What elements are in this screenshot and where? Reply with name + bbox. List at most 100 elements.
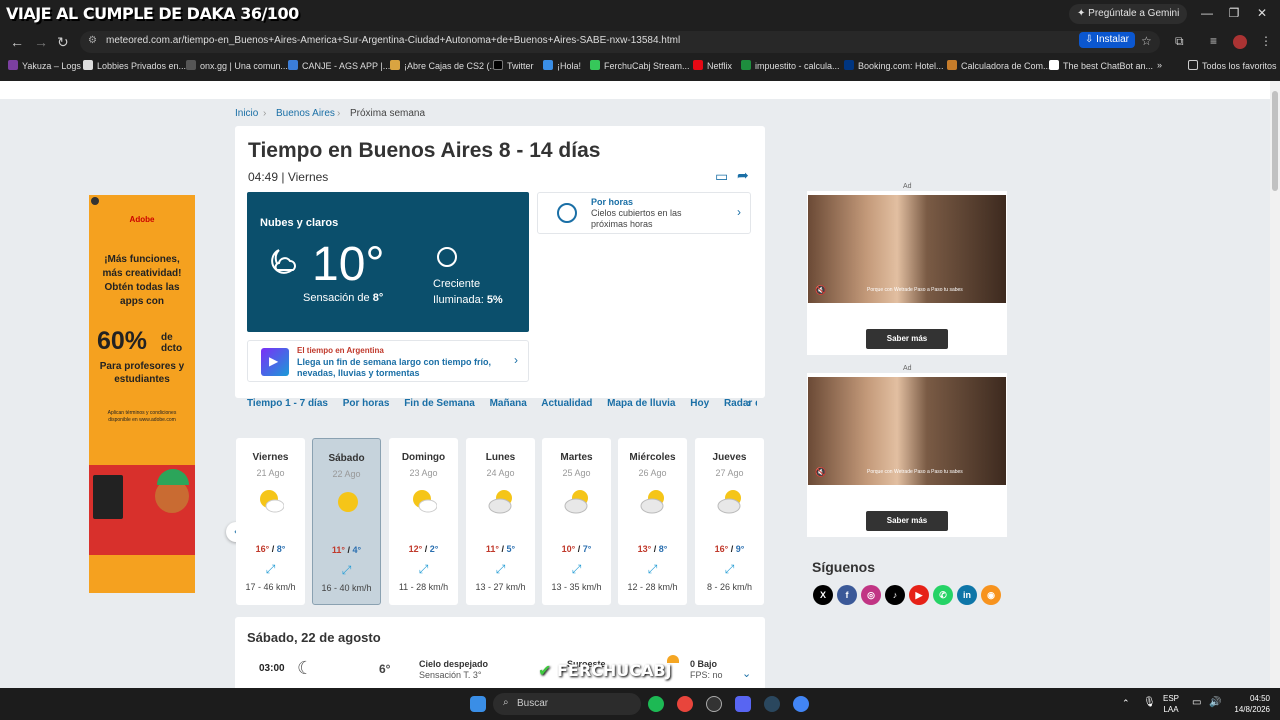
extensions-icon[interactable]: ⧉ [1175,34,1184,49]
bookmark-item[interactable]: Yakuza – Logs [8,60,81,71]
tiktok-icon[interactable]: ♪ [885,585,905,605]
scrollbar-thumb[interactable] [1272,91,1278,191]
chrome-active-icon[interactable] [793,696,809,712]
ad-hair-graphic [157,469,189,485]
breadcrumb-city[interactable]: Buenos Aires [276,108,335,119]
bookmark-item[interactable]: ¡Abre Cajas de CS2 (... [390,60,497,71]
hourly-link-card[interactable]: Por horas Cielos cubiertos en las próxim… [537,192,751,234]
page-scrollbar[interactable] [1270,81,1280,688]
minimize-icon[interactable]: — [1197,6,1217,22]
breadcrumb-separator: › [263,108,267,119]
day-card-3[interactable]: Lunes 24 Ago 11° / 5° ⤢ 13 - 27 km/h [466,438,535,605]
day-card-1[interactable]: Sábado 22 Ago 11° / 4° ⤢ 16 - 40 km/h [312,438,381,605]
breadcrumb-home[interactable]: Inicio [235,108,258,119]
video-ad-2[interactable]: Porque con Wetrade Paso a Paso tu sabes … [807,373,1007,537]
youtube-icon[interactable]: ▶ [909,585,929,605]
steam-icon[interactable] [764,696,780,712]
mic-icon[interactable]: 🎙 [1143,697,1156,708]
day-temps: 16° / 8° [255,544,286,554]
rss-icon[interactable]: ◉ [981,585,1001,605]
tab-weekend[interactable]: Fin de Semana [404,398,475,409]
tabs-scroll-right-icon[interactable]: › [747,396,751,410]
spotify-icon[interactable] [648,696,664,712]
day-name: Lunes [485,452,516,463]
web-page: Inicio › Buenos Aires › Próxima semana T… [0,81,1270,688]
chevron-right-icon: › [514,353,518,367]
news-promo[interactable]: ▶ El tiempo en Argentina Llega un fin de… [247,340,529,382]
menu-icon[interactable]: ⋮ [1260,34,1272,48]
bookmark-item[interactable]: FerchuCabj Stream... [590,60,690,71]
day-card-6[interactable]: Jueves 27 Ago 16° / 9° ⤢ 8 - 26 km/h [695,438,764,605]
whatsapp-icon[interactable]: ✆ [933,585,953,605]
expand-chevron-icon[interactable]: ⌄ [742,667,751,680]
tab-7-days[interactable]: Tiempo 1 - 7 días [247,398,328,409]
tray-up-icon[interactable]: ⌃ [1122,698,1130,709]
chrome-icon[interactable] [677,696,693,712]
tab-news[interactable]: Actualidad [541,398,592,409]
day-card-2[interactable]: Domingo 23 Ago 12° / 2° ⤢ 11 - 28 km/h [389,438,458,605]
bookmark-item[interactable]: Calculadora de Com... [947,60,1051,71]
time-value: 04:49 [248,170,279,184]
bookmark-item[interactable]: Netflix [693,60,732,71]
taskbar-clock[interactable]: 04:50 14/8/2026 [1228,693,1270,715]
bookmark-star-icon[interactable]: ☆ [1141,34,1152,48]
profile-avatar[interactable] [1233,35,1247,49]
bookmark-item[interactable]: Twitter [493,60,534,71]
adobe-ad[interactable]: Adobe ¡Más funciones, más creatividad! O… [89,195,195,593]
back-icon[interactable]: ← [10,34,24,50]
comment-icon[interactable]: ▭ [715,168,728,185]
discord-icon[interactable] [735,696,751,712]
taskbar-search[interactable]: Buscar [493,693,641,715]
reload-icon[interactable]: ↻ [57,34,69,51]
bookmark-item[interactable]: impuestito - calcula... [741,60,840,71]
day-card-4[interactable]: Martes 25 Ago 10° / 7° ⤢ 13 - 35 km/h [542,438,611,605]
day-name: Viernes [252,452,289,463]
feels-label: Sensación de [303,292,373,304]
ad-info-icon[interactable] [91,197,99,205]
mute-icon[interactable]: 🔇 [815,285,826,296]
bookmark-favicon-icon [947,60,957,70]
bookmark-item[interactable]: CANJE - AGS APP |... [288,60,390,71]
volume-icon[interactable]: 🔊 [1209,697,1221,708]
more-bookmarks-icon[interactable]: » [1157,60,1162,70]
close-window-icon[interactable]: ✕ [1252,6,1272,22]
address-bar[interactable]: ⚙ meteored.com.ar/tiempo-en_Buenos+Aires… [80,31,1160,53]
mute-icon[interactable]: 🔇 [815,467,826,478]
tab-tomorrow[interactable]: Mañana [490,398,527,409]
instagram-icon[interactable]: ◎ [861,585,881,605]
app-icon[interactable] [706,696,722,712]
saber-mas-button[interactable]: Saber más [866,511,948,531]
facebook-icon[interactable]: f [837,585,857,605]
media-icon[interactable]: ≡ [1210,34,1217,48]
install-app-button[interactable]: ⇩ Instalar [1079,32,1135,48]
bookmark-item[interactable]: Lobbies Privados en... [83,60,186,71]
tab-hourly[interactable]: Por horas [343,398,390,409]
tab-today[interactable]: Hoy [690,398,709,409]
gemini-button[interactable]: ✦ Pregúntale a Gemini [1069,4,1188,24]
start-icon[interactable] [470,696,486,712]
tab-rain-map[interactable]: Mapa de lluvia [607,398,675,409]
network-icon[interactable]: ▭ [1192,697,1201,708]
forward-icon[interactable]: → [34,34,48,50]
share-icon[interactable]: ➦ [737,167,749,184]
bookmark-favicon-icon [186,60,196,70]
bookmark-label: The best ChatBot an... [1063,61,1154,71]
linkedin-icon[interactable]: in [957,585,977,605]
language-indicator[interactable]: ESP LAA [1163,693,1179,715]
ad-headline: ¡Más funciones, más creatividad! Obtén t… [102,254,182,307]
bookmark-item[interactable]: Booking.com: Hotel... [844,60,944,71]
bookmark-item[interactable]: onx.gg | Una comun... [186,60,288,71]
bookmark-item[interactable]: ¡Hola! [543,60,581,71]
x-social-icon[interactable]: X [813,585,833,605]
maximize-icon[interactable]: ❐ [1224,6,1244,22]
saber-mas-button[interactable]: Saber más [866,329,948,349]
video-ad-1[interactable]: Porque con Wetrade Paso a Paso tu sabes … [807,191,1007,355]
bookmark-item[interactable]: The best ChatBot an... [1049,60,1153,71]
bookmark-label: Calculadora de Com... [961,61,1051,71]
site-info-icon[interactable]: ⚙ [88,35,97,46]
day-card-0[interactable]: Viernes 21 Ago 16° / 8° ⤢ 17 - 46 km/h [236,438,305,605]
tab-radar[interactable]: Radar de lluvia [724,398,757,409]
temp-min: 9° [735,544,745,554]
day-card-5[interactable]: Miércoles 26 Ago 13° / 8° ⤢ 12 - 28 km/h [618,438,687,605]
all-bookmarks[interactable]: Todos los favoritos [1188,60,1277,71]
